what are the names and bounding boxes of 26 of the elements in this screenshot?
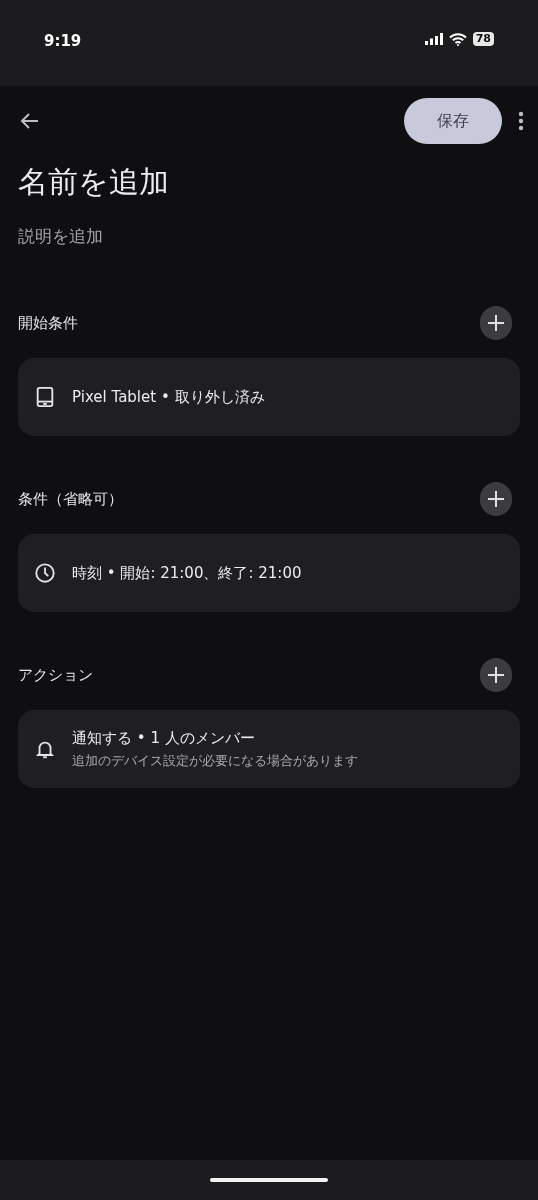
save-button[interactable]: 保存 bbox=[404, 98, 502, 144]
card-title: Pixel Tablet • 取り外し済み bbox=[72, 387, 265, 407]
section-heading: 開始条件 bbox=[18, 313, 78, 333]
add-button[interactable] bbox=[480, 482, 512, 516]
signal-icon bbox=[424, 33, 443, 45]
rule-card[interactable]: 時刻 • 開始: 21:00、終了: 21:00 bbox=[18, 534, 520, 612]
card-title: 通知する • 1 人のメンバー bbox=[72, 728, 256, 748]
rule-card[interactable]: 通知する • 1 人のメンバー 追加のデバイス設定が必要になる場合があります bbox=[18, 710, 520, 788]
description-field[interactable]: 説明を追加 bbox=[18, 225, 520, 248]
section-heading: アクション bbox=[18, 665, 93, 685]
name-field[interactable]: 名前を追加 bbox=[18, 162, 520, 203]
card-subtitle: 追加のデバイス設定が必要になる場合があります bbox=[72, 751, 358, 770]
more-options-button[interactable] bbox=[518, 111, 524, 131]
card-title: 時刻 • 開始: 21:00、終了: 21:00 bbox=[72, 563, 302, 583]
add-button[interactable] bbox=[480, 306, 512, 340]
section-heading: 条件（省略可） bbox=[18, 489, 123, 509]
add-button[interactable] bbox=[480, 658, 512, 692]
clock-icon bbox=[34, 562, 56, 584]
plus-icon bbox=[487, 666, 505, 684]
plus-icon bbox=[487, 314, 505, 332]
tablet-icon bbox=[34, 386, 56, 408]
plus-icon bbox=[487, 490, 505, 508]
status-time: 9:19 bbox=[44, 32, 82, 50]
wifi-icon bbox=[448, 32, 467, 46]
battery-level: 78 bbox=[472, 32, 494, 46]
rule-card[interactable]: Pixel Tablet • 取り外し済み bbox=[18, 358, 520, 436]
